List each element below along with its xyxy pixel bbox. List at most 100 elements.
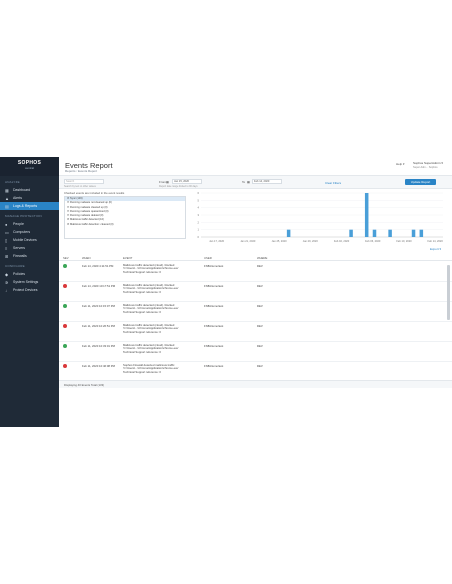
cell-user: FNB-Demo\test bbox=[204, 284, 224, 288]
cell-event: Malicious traffic detected (cloud). bloc… bbox=[123, 323, 179, 334]
table-scrollbar[interactable] bbox=[447, 265, 450, 320]
download-icon: ↓ bbox=[5, 287, 7, 293]
brand-sub: central bbox=[24, 166, 34, 170]
sidebar-item-alerts[interactable]: ▲ Alerts bbox=[0, 194, 59, 202]
cell-event: Malicious traffic detected (cloud). bloc… bbox=[123, 343, 179, 354]
cell-user: FNB-Demo\test bbox=[204, 264, 224, 268]
event-type-label: Running malware cleaned up (0) bbox=[70, 205, 108, 209]
breadcrumb-current: Events Report bbox=[78, 169, 98, 173]
policy-icon: ◆ bbox=[5, 271, 9, 277]
y-tick-label: 3 bbox=[198, 213, 200, 217]
breadcrumb-reports[interactable]: Reports bbox=[65, 169, 76, 173]
from-date-input[interactable]: Jan 15, 2020 bbox=[172, 179, 202, 184]
event-type-item[interactable]: ☑ Malicious traffic detection: cleaned (… bbox=[65, 223, 185, 227]
sidebar-item-settings[interactable]: ✲ System Settings bbox=[0, 278, 59, 286]
sidebar-item-logs-reports[interactable]: ▤ Logs & Reports bbox=[0, 202, 59, 210]
sidebar-item-firewalls[interactable]: ⊞ Firewalls bbox=[0, 252, 59, 260]
sidebar-section-manage: MANAGE PROTECTION bbox=[5, 214, 42, 218]
sidebar-item-servers[interactable]: ≡ Servers bbox=[0, 244, 59, 252]
calendar-icon[interactable]: ▦ bbox=[247, 180, 250, 184]
x-tick-label: Feb 10, 2020 bbox=[396, 239, 412, 243]
sidebar-item-mobile[interactable]: ▯ Mobile Devices bbox=[0, 236, 59, 244]
server-icon: ≡ bbox=[5, 245, 8, 251]
to-date-input[interactable]: Feb 14, 2020 bbox=[252, 179, 282, 184]
sidebar: SOPHOS central ANALYZE ▦ Dashboard ▲ Alert… bbox=[0, 157, 59, 427]
sidebar-item-dashboard[interactable]: ▦ Dashboard bbox=[0, 186, 59, 194]
cell-when: Feb 14, 2020 10:17:51 PM bbox=[82, 284, 116, 288]
status-dot-icon bbox=[63, 344, 67, 348]
date-range-hint: Report date range limited to 90 days bbox=[159, 185, 198, 188]
sidebar-item-protect[interactable]: ↓ Protect Devices bbox=[0, 286, 59, 294]
table-row[interactable]: Feb 11, 2020 10:33:01 PM Malicious traffi… bbox=[59, 341, 452, 362]
event-type-list[interactable]: ☑ Sync (133) ☐ Running malware not clean… bbox=[64, 196, 186, 239]
update-report-button[interactable]: Update Report bbox=[405, 179, 436, 185]
cell-where: DEV bbox=[257, 284, 263, 288]
sidebar-item-label: System Settings bbox=[13, 280, 39, 284]
alert-icon: ▲ bbox=[5, 195, 9, 201]
x-tick-label: Feb 14, 2020 bbox=[428, 239, 444, 243]
column-header[interactable]: USER bbox=[204, 256, 212, 260]
chart-bar bbox=[286, 229, 291, 237]
brand-logo: SOPHOS central bbox=[0, 157, 59, 176]
sidebar-item-label: People bbox=[13, 222, 24, 226]
y-tick-label: 1 bbox=[198, 228, 200, 232]
cell-where: DEV bbox=[257, 364, 263, 368]
chart-bar bbox=[372, 229, 377, 237]
calendar-icon[interactable]: ▦ bbox=[166, 180, 169, 184]
chart-bar bbox=[419, 229, 424, 237]
sidebar-item-label: Policies bbox=[13, 272, 26, 276]
table-row[interactable]: Feb 11, 2020 10:26:51 PM Malicious traffi… bbox=[59, 321, 452, 342]
event-type-label: Malicious traffic detected (10) bbox=[70, 218, 104, 222]
sidebar-item-computers[interactable]: ▭ Computers bbox=[0, 228, 59, 236]
status-dot-icon bbox=[63, 304, 67, 308]
export-menu[interactable]: Export ▾ bbox=[430, 247, 441, 251]
table-footer: Displaying 40 Events Total (133) bbox=[59, 380, 452, 388]
search-input[interactable]: Search bbox=[64, 179, 104, 184]
column-header[interactable]: WHEN bbox=[82, 256, 91, 260]
sidebar-item-label: Servers bbox=[13, 246, 26, 250]
sidebar-item-policies[interactable]: ◆ Policies bbox=[0, 270, 59, 278]
cell-when: Feb 11, 2020 10:26:51 PM bbox=[82, 324, 115, 328]
people-icon: ● bbox=[5, 221, 8, 227]
column-header[interactable]: SEV bbox=[63, 256, 69, 260]
event-type-label: Running malware quarantined (0) bbox=[70, 209, 109, 213]
event-type-label: Running malware deleted (0) bbox=[70, 214, 104, 218]
column-header[interactable]: EVENT bbox=[123, 256, 132, 260]
main-content: Events Report Reports / Events Report He… bbox=[59, 157, 452, 427]
sidebar-item-label: Alerts bbox=[13, 196, 22, 200]
x-tick-label: Feb 02, 2020 bbox=[334, 239, 350, 243]
help-menu[interactable]: Help ▾ bbox=[396, 162, 405, 166]
cell-user: FNB-Demo\test bbox=[204, 324, 224, 328]
user-menu[interactable]: Sophos SuperAdmin ▾ bbox=[413, 161, 443, 165]
user-role: Super Adm... Sophos bbox=[413, 166, 438, 169]
status-dot-icon bbox=[63, 364, 67, 368]
cell-where: DEV bbox=[257, 264, 263, 268]
column-header[interactable]: WHERE bbox=[257, 256, 267, 260]
computer-icon: ▭ bbox=[5, 229, 9, 235]
events-table: Feb 14, 2020 4:11:51 PM Malicious traffic… bbox=[59, 261, 452, 380]
clear-filters-link[interactable]: Clear Filters bbox=[325, 181, 341, 185]
sidebar-item-label: Dashboard bbox=[13, 188, 31, 192]
chart-bar bbox=[349, 229, 353, 237]
event-type-panel: Checked events are included in the event… bbox=[64, 191, 186, 244]
sidebar-item-label: Protect Devices bbox=[13, 288, 38, 292]
cell-when: Feb 11, 2020 10:46:08 PM bbox=[82, 364, 115, 368]
table-row[interactable]: Feb 11, 2020 10:46:08 PM Sophos Firewall … bbox=[59, 361, 452, 380]
chart-bar bbox=[411, 229, 416, 237]
x-tick-label: Jan 17, 2020 bbox=[209, 239, 225, 243]
x-tick-label: Jan 29, 2020 bbox=[303, 239, 319, 243]
gear-icon: ✲ bbox=[5, 279, 9, 285]
table-header: SEV WHEN EVENT USER WHERE bbox=[59, 254, 452, 261]
cell-event: Malicious traffic detected (cloud). bloc… bbox=[123, 303, 179, 314]
to-label: To bbox=[242, 180, 246, 184]
x-tick-label: Jan 21, 2020 bbox=[240, 239, 256, 243]
cell-event: Sophos Firewall detected malicious traff… bbox=[123, 363, 179, 374]
table-row[interactable]: Feb 11, 2020 10:15:07 PM Malicious traffi… bbox=[59, 301, 452, 322]
event-type-label: Running malware not cleaned up (0) bbox=[70, 201, 112, 205]
y-tick-label: 4 bbox=[198, 206, 200, 210]
from-label: From bbox=[159, 180, 166, 184]
sidebar-item-people[interactable]: ● People bbox=[0, 220, 59, 228]
table-row[interactable]: Feb 14, 2020 4:11:51 PM Malicious traffic… bbox=[59, 261, 452, 282]
table-row[interactable]: Feb 14, 2020 10:17:51 PM Malicious traffi… bbox=[59, 281, 452, 302]
y-tick-label: 5 bbox=[198, 198, 200, 202]
